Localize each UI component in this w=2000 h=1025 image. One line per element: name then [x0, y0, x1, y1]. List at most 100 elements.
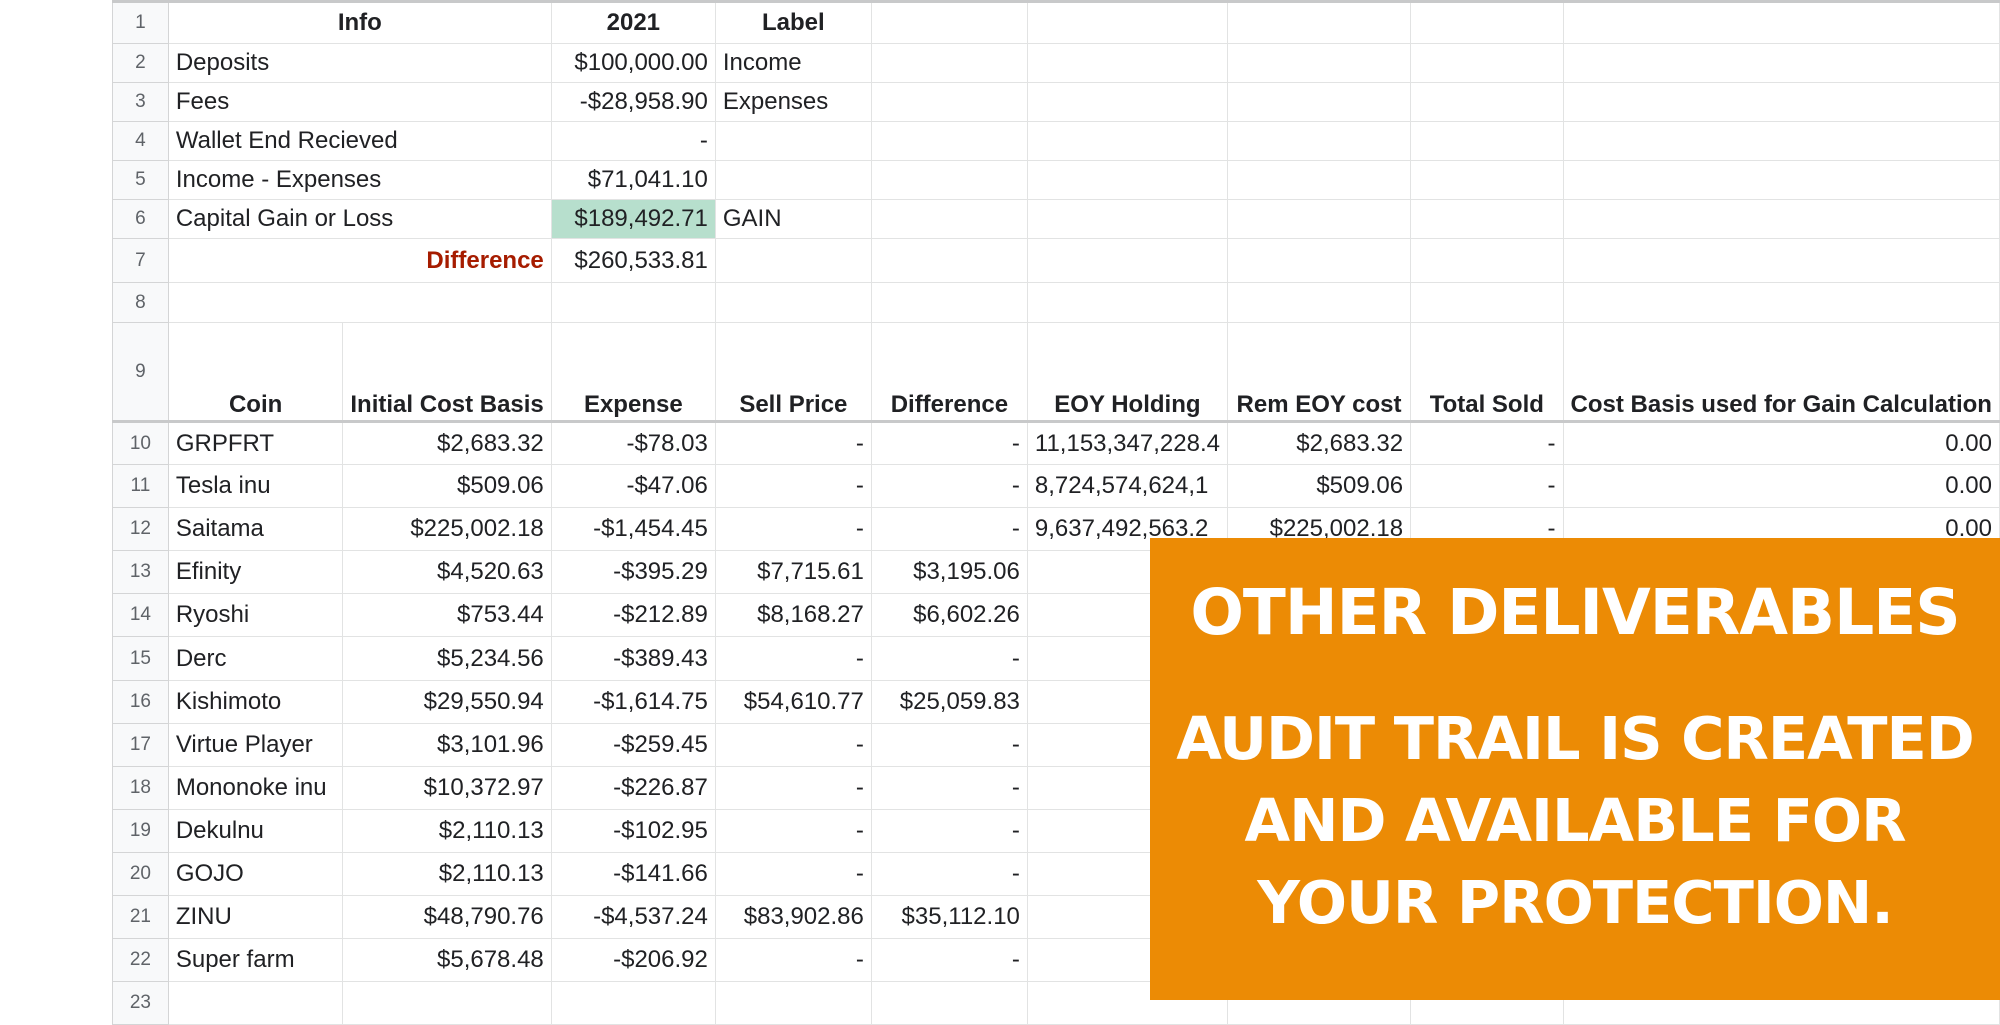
row-header[interactable]: 14: [112, 593, 169, 637]
cell[interactable]: [1226, 199, 1412, 239]
difference-cell[interactable]: $35,112.10: [870, 895, 1028, 939]
row-header[interactable]: 13: [112, 550, 169, 594]
cell[interactable]: [1226, 43, 1412, 83]
difference-cell[interactable]: $25,059.83: [870, 680, 1028, 724]
rem-eoy-cost-cell[interactable]: $2,683.32: [1226, 420, 1412, 465]
cell[interactable]: [1410, 0, 1564, 44]
row-header[interactable]: 19: [112, 809, 169, 853]
column-header-expense[interactable]: Expense: [550, 322, 716, 422]
header-info[interactable]: Info: [167, 0, 552, 44]
row-header[interactable]: 23: [112, 981, 169, 1025]
row-header[interactable]: 17: [112, 723, 169, 767]
cell[interactable]: [714, 160, 872, 200]
cell[interactable]: [1562, 43, 2000, 83]
row-header[interactable]: 20: [112, 852, 169, 896]
initial-cost-cell[interactable]: $2,683.32: [342, 420, 552, 465]
cell[interactable]: [870, 199, 1028, 239]
cell[interactable]: [870, 82, 1028, 122]
coin-name-cell[interactable]: Tesla inu: [167, 464, 344, 508]
row-header[interactable]: 3: [112, 82, 169, 122]
sell-price-cell[interactable]: -: [714, 464, 872, 508]
initial-cost-cell[interactable]: $753.44: [342, 593, 552, 637]
cell[interactable]: [1226, 238, 1412, 283]
difference-cell[interactable]: -: [870, 766, 1028, 810]
cell[interactable]: [1410, 238, 1564, 283]
row-header[interactable]: 18: [112, 766, 169, 810]
expense-cell[interactable]: -$389.43: [550, 636, 716, 681]
difference-cell[interactable]: -: [870, 507, 1028, 551]
cell[interactable]: [167, 282, 552, 323]
expense-cell[interactable]: -$102.95: [550, 809, 716, 853]
cell[interactable]: [1226, 82, 1412, 122]
column-header-initial-cost-basis[interactable]: Initial Cost Basis: [342, 322, 552, 422]
row-header[interactable]: 1: [112, 0, 169, 44]
row-header[interactable]: 16: [112, 680, 169, 724]
cell[interactable]: [870, 0, 1028, 44]
expense-cell[interactable]: -$395.29: [550, 550, 716, 594]
row-header[interactable]: 5: [112, 160, 169, 200]
cell[interactable]: [550, 981, 716, 1025]
sell-price-cell[interactable]: $83,902.86: [714, 895, 872, 939]
cell[interactable]: [1410, 82, 1564, 122]
coin-name-cell[interactable]: ZINU: [167, 895, 344, 939]
total-sold-cell[interactable]: -: [1410, 420, 1564, 465]
coin-name-cell[interactable]: GOJO: [167, 852, 344, 896]
fees-tag[interactable]: Expenses: [714, 82, 872, 122]
cell[interactable]: [870, 121, 1028, 161]
expense-cell[interactable]: -$4,537.24: [550, 895, 716, 939]
difference-value[interactable]: $260,533.81: [550, 238, 716, 283]
cell[interactable]: [342, 981, 552, 1025]
sell-price-cell[interactable]: -: [714, 507, 872, 551]
sell-price-cell[interactable]: -: [714, 809, 872, 853]
sell-price-cell[interactable]: -: [714, 723, 872, 767]
cell[interactable]: [1562, 160, 2000, 200]
cell[interactable]: [1562, 0, 2000, 44]
initial-cost-cell[interactable]: $3,101.96: [342, 723, 552, 767]
sell-price-cell[interactable]: -: [714, 420, 872, 465]
cell[interactable]: [1026, 82, 1228, 122]
cell[interactable]: [714, 238, 872, 283]
coin-name-cell[interactable]: Efinity: [167, 550, 344, 594]
cell[interactable]: [1562, 199, 2000, 239]
income-expenses-value[interactable]: $71,041.10: [550, 160, 716, 200]
cell[interactable]: [714, 981, 872, 1025]
difference-cell[interactable]: -: [870, 809, 1028, 853]
cell[interactable]: [1026, 199, 1228, 239]
sell-price-cell[interactable]: -: [714, 766, 872, 810]
cell[interactable]: [1026, 43, 1228, 83]
cell[interactable]: [870, 238, 1028, 283]
sell-price-cell[interactable]: -: [714, 636, 872, 681]
row-header[interactable]: 11: [112, 464, 169, 508]
row-header[interactable]: 8: [112, 282, 169, 323]
expense-cell[interactable]: -$259.45: [550, 723, 716, 767]
row-header[interactable]: 6: [112, 199, 169, 239]
deposits-tag[interactable]: Income: [714, 43, 872, 83]
initial-cost-cell[interactable]: $2,110.13: [342, 852, 552, 896]
cell[interactable]: [1026, 282, 1228, 323]
column-header-total-sold[interactable]: Total Sold: [1410, 322, 1564, 422]
sell-price-cell[interactable]: $8,168.27: [714, 593, 872, 637]
cell[interactable]: [1026, 160, 1228, 200]
column-header-cost-basis-gain[interactable]: Cost Basis used for Gain Calculation: [1562, 322, 2000, 422]
row-header[interactable]: 4: [112, 121, 169, 161]
wallet-end-label[interactable]: Wallet End Recieved: [167, 121, 552, 161]
expense-cell[interactable]: -$141.66: [550, 852, 716, 896]
rem-eoy-cost-cell[interactable]: $509.06: [1226, 464, 1412, 508]
initial-cost-cell[interactable]: $2,110.13: [342, 809, 552, 853]
initial-cost-cell[interactable]: $48,790.76: [342, 895, 552, 939]
cell[interactable]: [550, 282, 716, 323]
deposits-label[interactable]: Deposits: [167, 43, 552, 83]
cell[interactable]: [1226, 0, 1412, 44]
expense-cell[interactable]: -$226.87: [550, 766, 716, 810]
cell[interactable]: [1026, 238, 1228, 283]
initial-cost-cell[interactable]: $5,234.56: [342, 636, 552, 681]
fees-value[interactable]: -$28,958.90: [550, 82, 716, 122]
expense-cell[interactable]: -$212.89: [550, 593, 716, 637]
capital-gain-label[interactable]: Capital Gain or Loss: [167, 199, 552, 239]
income-expenses-label[interactable]: Income - Expenses: [167, 160, 552, 200]
column-header-eoy-holding[interactable]: EOY Holding: [1026, 322, 1228, 422]
cell[interactable]: [1026, 121, 1228, 161]
column-header-difference[interactable]: Difference: [870, 322, 1028, 422]
row-header[interactable]: 22: [112, 938, 169, 982]
header-year[interactable]: 2021: [550, 0, 716, 44]
